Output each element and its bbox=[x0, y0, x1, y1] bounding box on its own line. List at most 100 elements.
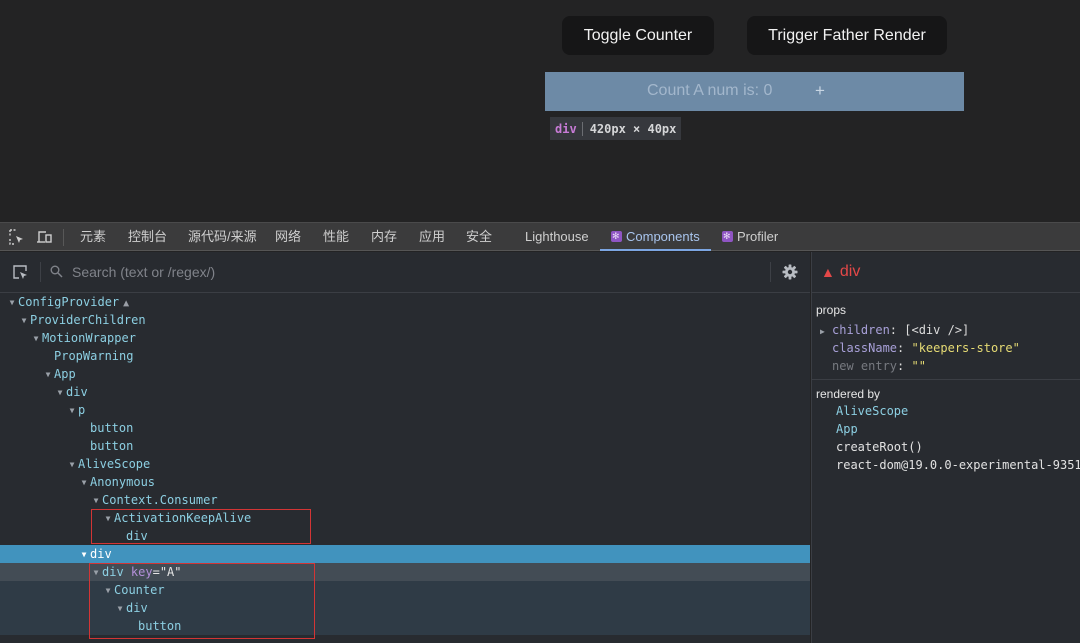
collapse-arrow-icon[interactable]: ▼ bbox=[54, 384, 66, 402]
search-bar bbox=[0, 252, 810, 293]
tab-console[interactable]: 控制台 bbox=[128, 223, 167, 251]
tab-profiler-label: Profiler bbox=[737, 229, 779, 244]
tree-node-label: ActivationKeepAlive bbox=[114, 511, 252, 525]
collapse-arrow-icon[interactable]: ▼ bbox=[78, 474, 90, 492]
tree-node-label: Anonymous bbox=[90, 475, 156, 489]
collapse-arrow-icon[interactable]: ▼ bbox=[42, 366, 54, 384]
tab-components[interactable]: Components bbox=[600, 222, 711, 251]
inspected-element-panel: ▲ div props ▶ children: [<div />] classNa… bbox=[811, 252, 1080, 643]
search-divider bbox=[40, 262, 41, 282]
tree-node[interactable]: ▼ div key="A" bbox=[0, 563, 810, 581]
tree-node[interactable]: ▼ ProviderChildren bbox=[0, 311, 810, 329]
tree-node[interactable]: ▼ div bbox=[0, 599, 810, 617]
collapse-arrow-icon[interactable]: ▼ bbox=[30, 330, 42, 348]
toggle-counter-button[interactable]: Toggle Counter bbox=[562, 16, 714, 55]
rendered-by-alivescope[interactable]: AliveScope bbox=[836, 404, 908, 418]
tree-node-label: ConfigProvider bbox=[18, 295, 120, 309]
collapse-arrow-icon[interactable]: ▼ bbox=[18, 312, 30, 330]
tree-node[interactable]: ▼ p bbox=[0, 401, 810, 419]
tree-node[interactable]: ▼ Anonymous bbox=[0, 473, 810, 491]
collapse-arrow-icon[interactable]: ▼ bbox=[6, 294, 18, 312]
settings-divider bbox=[770, 262, 771, 282]
prop-key: className bbox=[832, 341, 898, 355]
search-input[interactable] bbox=[72, 262, 752, 282]
prop-value[interactable]: "keepers-store" bbox=[911, 341, 1019, 355]
component-tree: ▼ ConfigProvider ▲ ▼ ProviderChildren ▼ Motion… bbox=[0, 293, 810, 635]
tree-node-label: AliveScope bbox=[78, 457, 151, 471]
counter-text: Count A num is: 0 bbox=[647, 82, 773, 99]
tree-node-label: div bbox=[102, 565, 124, 579]
tab-security[interactable]: 安全 bbox=[466, 223, 492, 251]
rendered-by-app[interactable]: App bbox=[836, 422, 858, 436]
tree-node-label: App bbox=[54, 367, 76, 381]
page-viewport: Toggle Counter Trigger Father Render Cou… bbox=[0, 0, 1080, 222]
prop-value-input[interactable]: "" bbox=[911, 359, 925, 373]
tab-elements[interactable]: 元素 bbox=[80, 223, 106, 251]
settings-gear-icon[interactable] bbox=[782, 264, 798, 285]
warning-icon: ▲ bbox=[123, 298, 130, 309]
collapse-arrow-icon[interactable]: ▼ bbox=[90, 564, 102, 582]
tree-node[interactable]: button bbox=[0, 419, 810, 437]
collapse-arrow-icon[interactable]: ▼ bbox=[102, 510, 114, 528]
tree-node[interactable]: PropWarning bbox=[0, 347, 810, 365]
inspected-element-header: ▲ div bbox=[812, 252, 1080, 293]
tab-application[interactable]: 应用 bbox=[419, 223, 445, 251]
toolbar-divider bbox=[63, 229, 64, 246]
tab-sources[interactable]: 源代码/来源 bbox=[188, 223, 257, 251]
prop-new-entry[interactable]: new entry: "" bbox=[832, 359, 926, 373]
tree-node[interactable]: ▼ MotionWrapper bbox=[0, 329, 810, 347]
select-element-icon[interactable] bbox=[12, 264, 29, 286]
props-title: props bbox=[816, 303, 847, 317]
tree-node[interactable]: ▼ AliveScope bbox=[0, 455, 810, 473]
components-tree-panel: ▼ConfigProvider▲▼ProviderChildren▼Motion… bbox=[0, 252, 810, 643]
tree-node-label: PropWarning bbox=[54, 349, 134, 363]
tree-node-label: button bbox=[90, 421, 134, 435]
search-icon bbox=[50, 265, 63, 283]
trigger-father-render-button[interactable]: Trigger Father Render bbox=[747, 16, 947, 55]
tree-node-label: Counter bbox=[114, 583, 165, 597]
tree-node[interactable]: ▼ div bbox=[0, 383, 810, 401]
tree-node-key-label: key bbox=[130, 565, 153, 579]
tree-node[interactable]: ▼ Counter bbox=[0, 581, 810, 599]
collapse-arrow-icon[interactable]: ▼ bbox=[66, 402, 78, 420]
section-divider bbox=[812, 379, 1080, 380]
tree-node[interactable]: ▼ ActivationKeepAlive bbox=[0, 509, 810, 527]
collapse-arrow-icon[interactable]: ▼ bbox=[90, 492, 102, 510]
inspect-tooltip: div 420px × 40px bbox=[550, 117, 682, 140]
rendered-by-createroot: createRoot() bbox=[836, 440, 923, 454]
collapse-arrow-icon[interactable]: ▼ bbox=[66, 456, 78, 474]
tab-lighthouse[interactable]: Lighthouse bbox=[525, 223, 589, 251]
prop-children[interactable]: ▶ children: [<div />] bbox=[820, 323, 969, 337]
device-toggle-icon[interactable] bbox=[36, 229, 52, 245]
tree-node-label: button bbox=[138, 619, 182, 633]
tree-node[interactable]: ▼ div bbox=[0, 545, 810, 563]
tab-memory[interactable]: 内存 bbox=[371, 223, 397, 251]
rendered-by-react-dom: react-dom@19.0.0-experimental-935180c bbox=[836, 458, 1080, 472]
increment-button[interactable]: + bbox=[815, 81, 825, 101]
warning-icon: ▲ bbox=[821, 264, 835, 280]
collapse-arrow-icon[interactable]: ▼ bbox=[78, 546, 90, 564]
tree-node[interactable]: div bbox=[0, 527, 810, 545]
tab-performance[interactable]: 性能 bbox=[323, 223, 349, 251]
tree-node[interactable]: ▼ App bbox=[0, 365, 810, 383]
collapse-arrow-icon[interactable]: ▼ bbox=[102, 582, 114, 600]
highlighted-counter-div: Count A num is: 0 + bbox=[545, 72, 964, 111]
tree-node-label: div bbox=[90, 547, 112, 561]
tab-network[interactable]: 网络 bbox=[275, 223, 301, 251]
prop-key-input[interactable]: new entry bbox=[832, 359, 897, 373]
tree-node-label: p bbox=[78, 403, 86, 417]
tree-node[interactable]: ▼ ConfigProvider ▲ bbox=[0, 293, 810, 311]
react-icon bbox=[611, 222, 622, 250]
tree-node[interactable]: button bbox=[0, 437, 810, 455]
tree-node-key-value: ="A" bbox=[152, 565, 182, 579]
tree-node[interactable]: button bbox=[0, 617, 810, 635]
tree-node[interactable]: ▼ Context.Consumer bbox=[0, 491, 810, 509]
inspected-element-name: div bbox=[839, 263, 861, 280]
element-picker-icon[interactable] bbox=[9, 229, 25, 245]
prop-classname[interactable]: className: "keepers-store" bbox=[832, 341, 1020, 355]
prop-value: [<div />] bbox=[904, 323, 970, 337]
tab-profiler[interactable]: Profiler bbox=[722, 222, 779, 251]
expand-arrow-icon[interactable]: ▶ bbox=[820, 327, 832, 336]
tree-node-label: div bbox=[126, 601, 148, 615]
collapse-arrow-icon[interactable]: ▼ bbox=[114, 600, 126, 618]
